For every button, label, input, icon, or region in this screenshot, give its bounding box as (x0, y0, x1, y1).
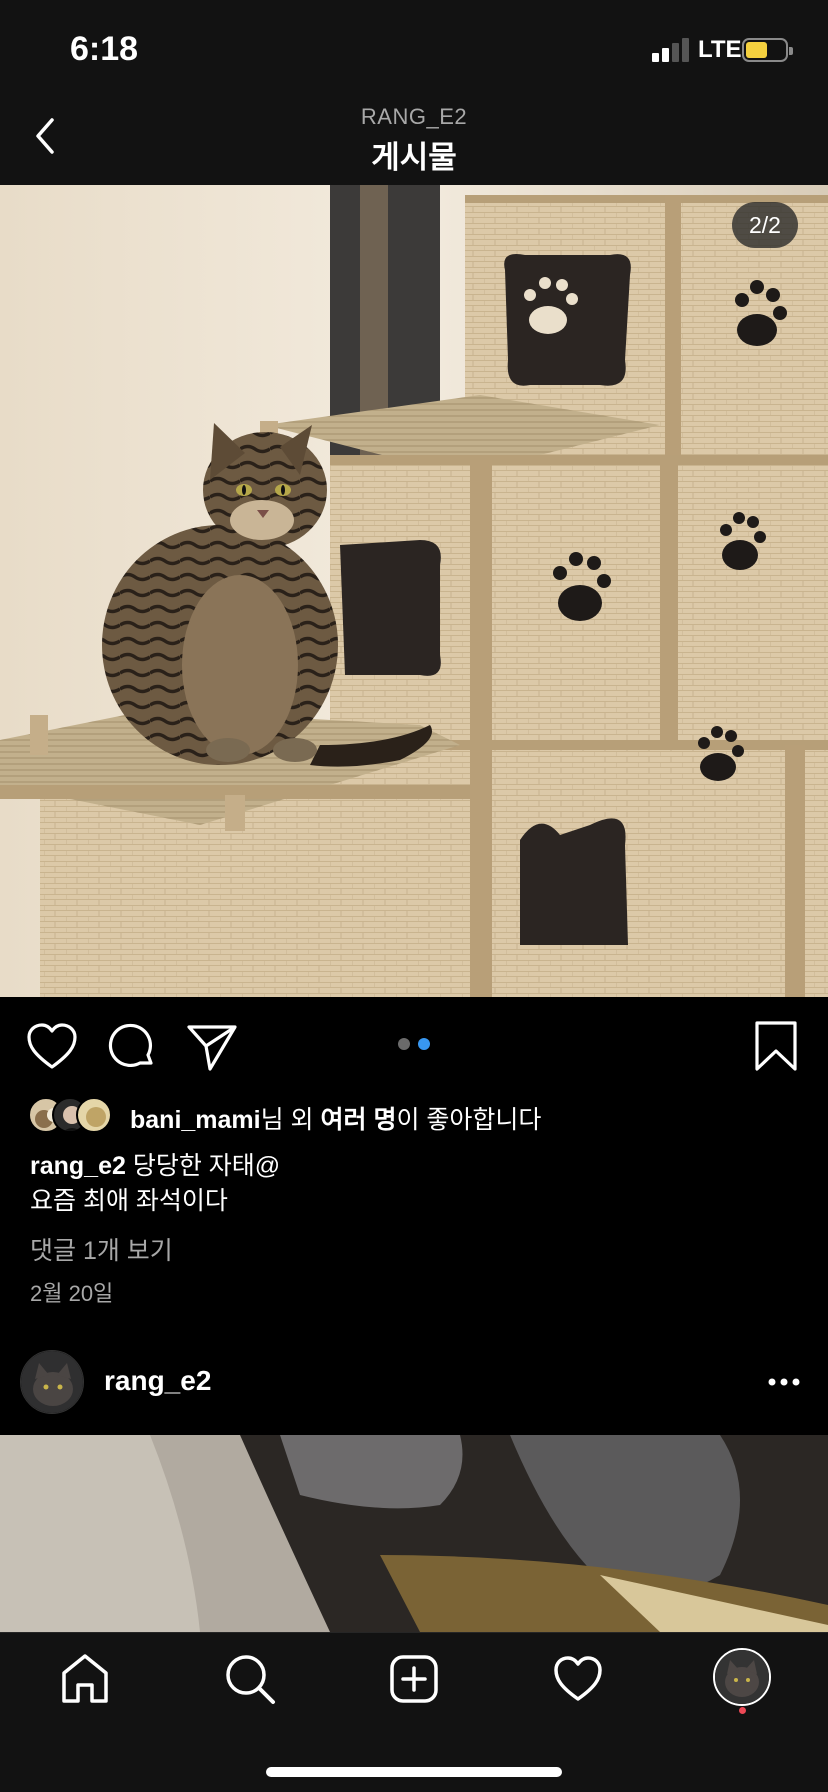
next-post-header: rang_e2 (0, 1345, 828, 1435)
liker-avatar (76, 1097, 112, 1133)
like-button[interactable] (24, 1019, 80, 1075)
tab-home[interactable] (55, 1649, 115, 1709)
tab-profile[interactable] (713, 1648, 771, 1706)
home-indicator[interactable] (266, 1767, 562, 1777)
profile-avatar (715, 1650, 769, 1704)
notification-dot (739, 1707, 746, 1714)
comment-icon (108, 1023, 153, 1068)
network-type: LTE (698, 36, 742, 63)
status-time: 6:18 (70, 30, 139, 68)
search-icon (226, 1655, 275, 1704)
caption-username[interactable]: rang_e2 (30, 1152, 126, 1180)
post-image[interactable]: 2/2 (0, 185, 828, 997)
view-comments-link[interactable]: 댓글 1개 보기 (30, 1231, 173, 1267)
status-bar: 6:18 LTE (0, 0, 828, 92)
liker-username[interactable]: bani_mami (130, 1106, 261, 1134)
tab-new-post[interactable] (384, 1649, 444, 1709)
save-button[interactable] (748, 1019, 804, 1075)
avatar[interactable] (20, 1350, 84, 1414)
battery-icon (742, 38, 793, 62)
carousel-dot (398, 1038, 410, 1050)
more-options-button[interactable] (766, 1375, 802, 1389)
image-counter-badge: 2/2 (732, 202, 798, 248)
page-title: 게시물 (371, 140, 457, 175)
likes-others-link[interactable]: 여러 명 (321, 1106, 397, 1134)
bookmark-icon (755, 1021, 797, 1071)
post-caption: rang_e2 당당한 자태@ 요즘 최애 좌석이다 (30, 1149, 280, 1219)
tab-activity[interactable] (548, 1649, 608, 1709)
likes-text: bani_mami님 외 여러 명이 좋아합니다 (130, 1106, 542, 1134)
heart-icon (27, 1023, 77, 1069)
share-button[interactable] (184, 1019, 240, 1075)
post-actions-bar (0, 997, 828, 1097)
post-date: 2월 20일 (30, 1281, 114, 1306)
comment-button[interactable] (104, 1019, 160, 1075)
next-post-image[interactable] (0, 1435, 828, 1632)
cat-on-cardboard-house-image (0, 185, 828, 997)
cat-avatar-image (21, 1351, 83, 1413)
post-username[interactable]: rang_e2 (104, 1365, 211, 1397)
more-horizontal-icon (768, 1378, 800, 1386)
send-icon (187, 1025, 237, 1071)
caption-text: 당당한 자태@ (125, 1152, 281, 1180)
add-post-icon (390, 1655, 438, 1703)
blurry-cat-image (0, 1435, 828, 1632)
header-username: RANG_E2 (360, 104, 468, 129)
likes-summary[interactable]: bani_mami님 외 여러 명이 좋아합니다 (28, 1096, 808, 1136)
caption-text-line2: 요즘 최애 좌석이다 (30, 1187, 228, 1215)
signal-strength-icon (652, 36, 692, 62)
bottom-tab-bar (0, 1632, 828, 1792)
activity-heart-icon (554, 1656, 602, 1701)
header-bar: RANG_E2 게시물 (0, 92, 828, 185)
home-icon (62, 1654, 108, 1703)
carousel-dot-active (418, 1038, 430, 1050)
tab-search[interactable] (220, 1649, 280, 1709)
